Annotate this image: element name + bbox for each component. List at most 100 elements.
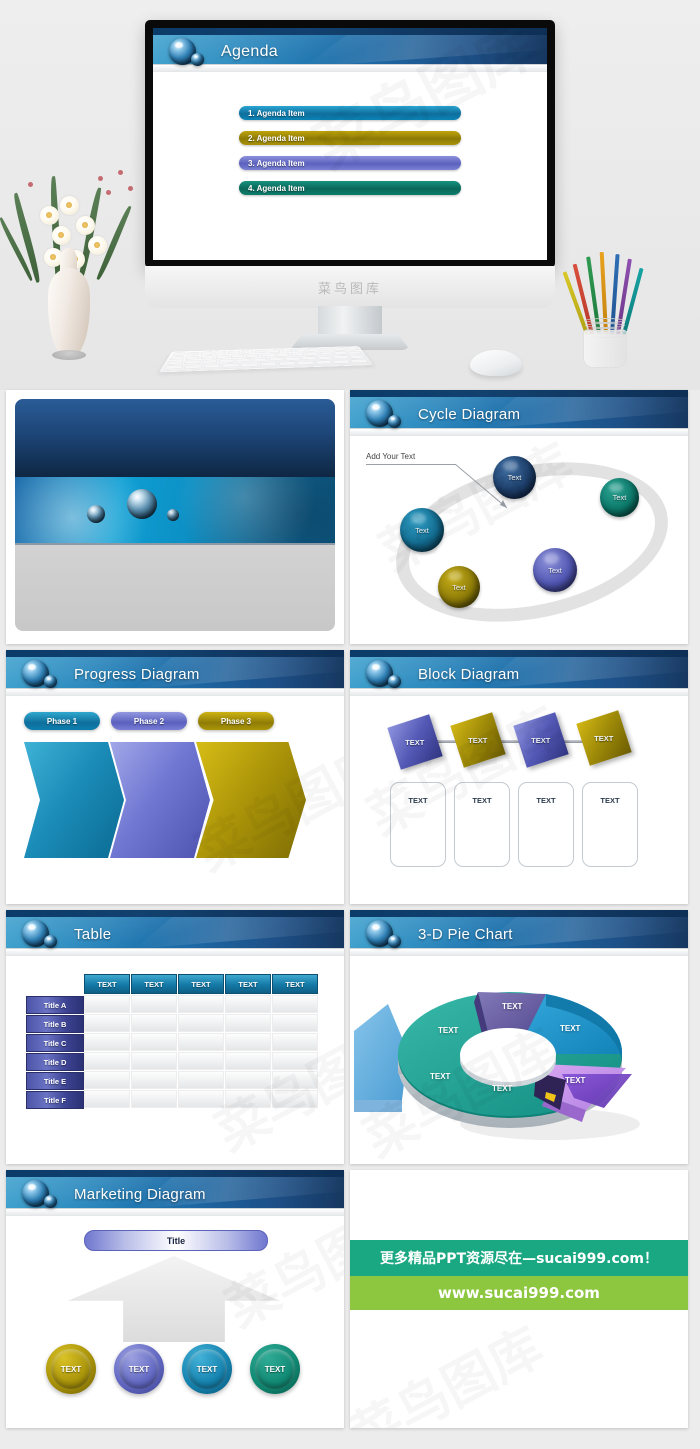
phase-chevron-3[interactable]: [196, 742, 306, 858]
block-box-1[interactable]: TEXT: [390, 782, 446, 867]
cycle-node-3[interactable]: Text: [400, 508, 444, 552]
title-slide-content-area: [15, 543, 335, 631]
table-row-header[interactable]: Title A: [26, 996, 84, 1014]
cycle-node-2[interactable]: Text: [600, 478, 639, 517]
table-cell[interactable]: [225, 995, 271, 1013]
slide-marketing-diagram[interactable]: Marketing Diagram Title TEXT TEXT TEXT T…: [6, 1170, 344, 1428]
pie-chart-svg: [354, 992, 640, 1140]
marketing-circle-2[interactable]: TEXT: [114, 1344, 164, 1394]
slide-title[interactable]: [6, 390, 344, 644]
cycle-callout-label: Add Your Text: [366, 452, 416, 461]
flower-bud: [128, 186, 133, 191]
table-row-header[interactable]: Title C: [26, 1034, 84, 1052]
slide-title: 3-D Pie Chart: [418, 925, 513, 943]
phase-label-3[interactable]: Phase 3: [198, 712, 274, 730]
slide-cycle-diagram[interactable]: Cycle Diagram Add Your Text Text Text Te…: [350, 390, 688, 644]
table-cell[interactable]: [131, 1014, 177, 1032]
table-cell[interactable]: [84, 1071, 130, 1089]
cycle-diagram: Add Your Text Text Text Text Text Text: [350, 436, 688, 644]
marketing-title-pill[interactable]: Title: [84, 1230, 268, 1251]
phase-label-2[interactable]: Phase 2: [111, 712, 187, 730]
slide-header: 3-D Pie Chart: [350, 910, 688, 956]
table-row-header[interactable]: Title E: [26, 1072, 84, 1090]
table-cell[interactable]: [225, 1090, 271, 1108]
cycle-node-5[interactable]: Text: [533, 548, 577, 592]
table-row: [84, 1033, 318, 1051]
phase-chevron-2[interactable]: [110, 742, 210, 858]
slide-table[interactable]: Table Title A Title B Title C Title D Ti…: [6, 910, 344, 1164]
slide-pie-chart[interactable]: 3-D Pie Chart TEXT TEXT TEXT TEXT TEXT T…: [350, 910, 688, 1164]
table-cell[interactable]: [225, 1033, 271, 1051]
table-row-header[interactable]: Title F: [26, 1091, 84, 1109]
table-cell[interactable]: [84, 995, 130, 1013]
block-diamond-4[interactable]: TEXT: [576, 710, 632, 766]
table-cell[interactable]: [178, 1033, 224, 1051]
table-cell[interactable]: [178, 1052, 224, 1070]
table-cell[interactable]: [272, 1014, 318, 1032]
cycle-node-1[interactable]: Text: [493, 456, 536, 499]
phase-chevron-1[interactable]: [24, 742, 124, 858]
marketing-circle-1[interactable]: TEXT: [46, 1344, 96, 1394]
slide-progress-diagram[interactable]: Progress Diagram Phase 1 Phase 2 Phase 3…: [6, 650, 344, 904]
table-cell[interactable]: [84, 1090, 130, 1108]
sphere-small-icon: [44, 1195, 57, 1208]
table-column-header[interactable]: TEXT: [272, 974, 318, 994]
table-column-header[interactable]: TEXT: [178, 974, 224, 994]
table-column-header[interactable]: TEXT: [131, 974, 177, 994]
sphere-small-icon: [388, 935, 401, 948]
block-diamond-1[interactable]: TEXT: [387, 714, 443, 770]
block-box-3[interactable]: TEXT: [518, 782, 574, 867]
table-cell[interactable]: [84, 1014, 130, 1032]
table-cell[interactable]: [272, 1090, 318, 1108]
cycle-node-4[interactable]: Text: [438, 566, 480, 608]
agenda-item-1[interactable]: 1. Agenda Item: [239, 106, 461, 120]
table-body: [84, 995, 318, 1108]
table-cell[interactable]: [131, 1052, 177, 1070]
table-cell[interactable]: [272, 1033, 318, 1051]
table-cell[interactable]: [178, 1090, 224, 1108]
agenda-item-2[interactable]: 2. Agenda Item: [239, 131, 461, 145]
table-cell[interactable]: [131, 1071, 177, 1089]
marketing-circle-4[interactable]: TEXT: [250, 1344, 300, 1394]
table-cell[interactable]: [225, 1014, 271, 1032]
flower-bud: [28, 182, 33, 187]
table-row: [84, 1071, 318, 1089]
table-cell[interactable]: [272, 995, 318, 1013]
table-cell[interactable]: [225, 1071, 271, 1089]
phase-label-1[interactable]: Phase 1: [24, 712, 100, 730]
agenda-item-3[interactable]: 3. Agenda Item: [239, 156, 461, 170]
table-cell[interactable]: [272, 1071, 318, 1089]
header-underline: [350, 948, 688, 956]
slide-grid: Cycle Diagram Add Your Text Text Text Te…: [0, 390, 700, 1434]
promo-banner-bottom[interactable]: www.sucai999.com: [350, 1276, 688, 1310]
block-diamond-2[interactable]: TEXT: [450, 712, 506, 768]
table-cell[interactable]: [225, 1052, 271, 1070]
table-row-header[interactable]: Title D: [26, 1053, 84, 1071]
table-cell[interactable]: [84, 1033, 130, 1051]
slide-row-2: Progress Diagram Phase 1 Phase 2 Phase 3…: [0, 650, 700, 910]
marketing-circle-3[interactable]: TEXT: [182, 1344, 232, 1394]
monitor-frame: Agenda 1. Agenda Item 2. Agenda Item 3. …: [145, 20, 555, 268]
table-cell[interactable]: [272, 1052, 318, 1070]
agenda-item-4[interactable]: 4. Agenda Item: [239, 181, 461, 195]
block-diamond-3[interactable]: TEXT: [513, 712, 569, 768]
pie-label-2: TEXT: [560, 1024, 581, 1033]
table-cell[interactable]: [131, 1090, 177, 1108]
table-column-header[interactable]: TEXT: [84, 974, 130, 994]
table-cell[interactable]: [84, 1052, 130, 1070]
block-box-2[interactable]: TEXT: [454, 782, 510, 867]
table-cell[interactable]: [178, 1014, 224, 1032]
block-box-4[interactable]: TEXT: [582, 782, 638, 867]
slide-block-diagram[interactable]: Block Diagram TEXT TEXT TEXT TEXT TEXT T…: [350, 650, 688, 904]
phase-label-row: Phase 1 Phase 2 Phase 3: [24, 712, 274, 730]
slide-header: Progress Diagram: [6, 650, 344, 696]
slide-row-3: Table Title A Title B Title C Title D Ti…: [0, 910, 700, 1170]
table-cell[interactable]: [178, 1071, 224, 1089]
slide-promo[interactable]: 更多精品PPT资源尽在—sucai999.com！ www.sucai999.c…: [350, 1170, 688, 1428]
table-row: [84, 1014, 318, 1032]
table-cell[interactable]: [131, 1033, 177, 1051]
table-cell[interactable]: [178, 995, 224, 1013]
table-cell[interactable]: [131, 995, 177, 1013]
table-row-header[interactable]: Title B: [26, 1015, 84, 1033]
table-column-header[interactable]: TEXT: [225, 974, 271, 994]
